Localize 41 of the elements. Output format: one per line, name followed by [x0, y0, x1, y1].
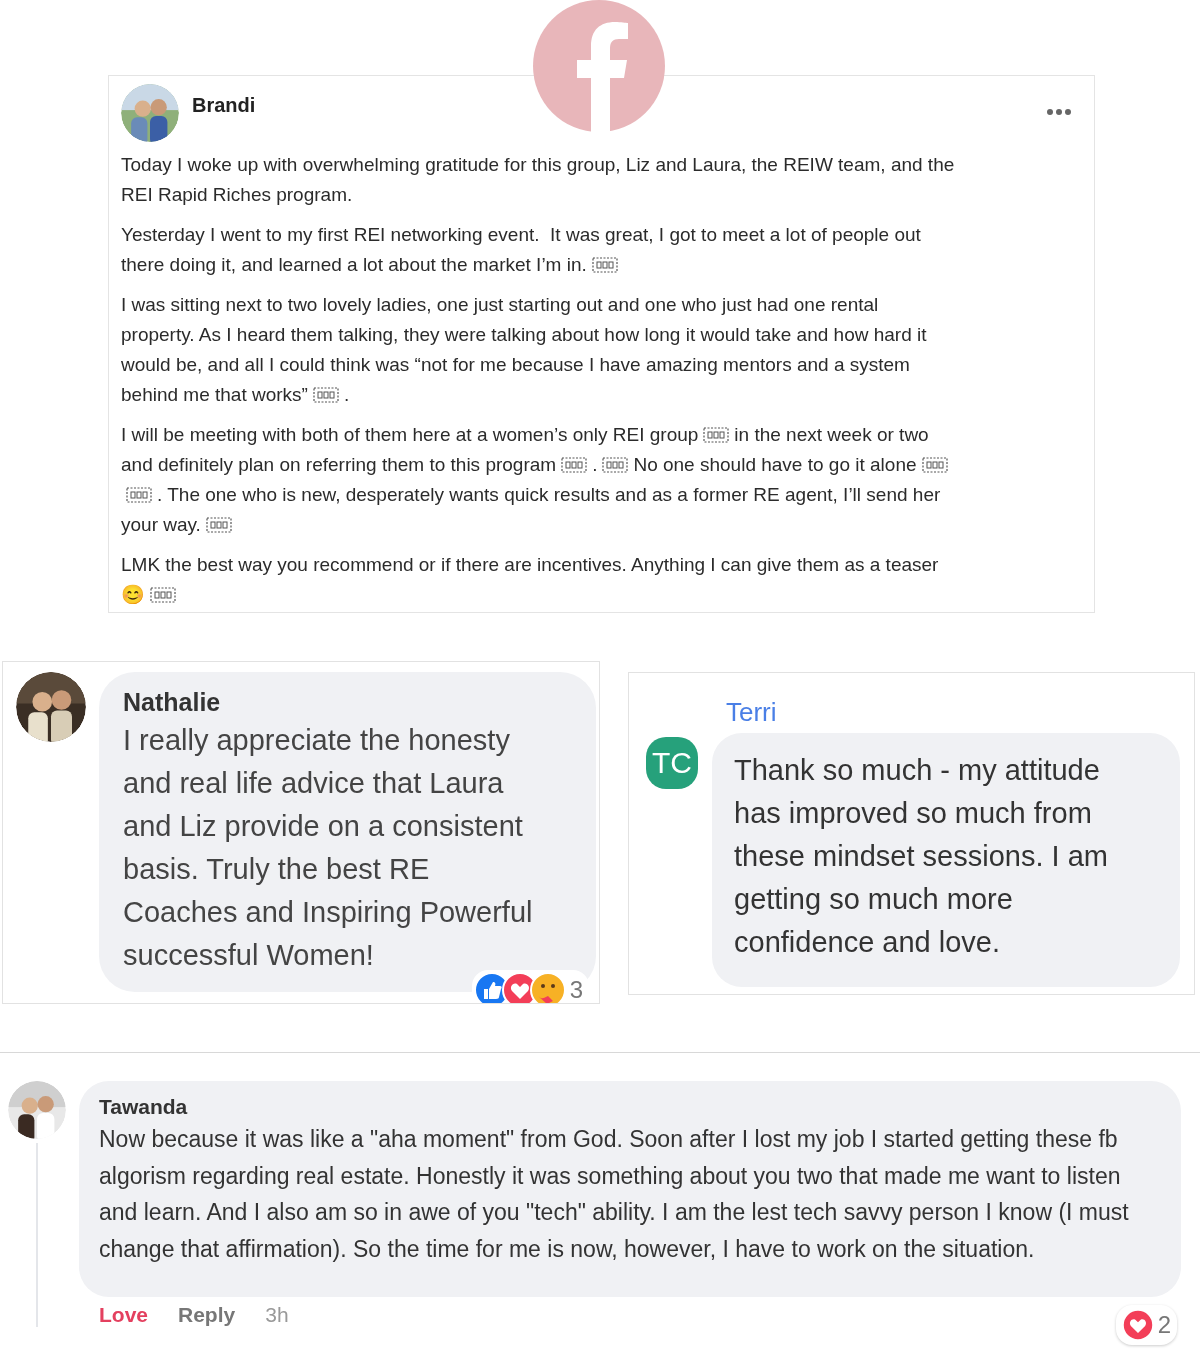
post-text: REI Rapid Riches program.: [121, 183, 353, 207]
object-placeholder-icon: [561, 457, 588, 473]
author-link[interactable]: Terri: [726, 697, 1180, 727]
object-placeholder-icon: [312, 387, 339, 403]
post-text: LMK the best way you recommend or if there are incentives. Anything I can give them as a teaser: [121, 553, 939, 577]
post-text: 😊: [121, 583, 145, 607]
object-placeholder-icon: [602, 457, 629, 473]
post-text: there doing it, and learned a lot about the market I’m in.: [121, 253, 587, 277]
author-name: Nathalie: [123, 688, 222, 717]
post-text: No one should have to go it alone: [633, 453, 917, 477]
post-text: would be, and all I could think was “not for me because I have amazing mentors and a system: [121, 353, 910, 377]
object-placeholder-icon: [150, 587, 176, 603]
object-placeholder-icon: [591, 257, 618, 273]
comment-text: Thank so much - my attitude has improved so much from these mindset sessions. I am getting so much more confidence and love.: [734, 753, 1109, 960]
post-text: I was sitting next to two lovely ladies, one just starting out and one who just had one rental: [121, 293, 879, 317]
author-name: Tawanda: [99, 1095, 189, 1119]
post-text: .: [343, 383, 350, 407]
object-placeholder-icon: [205, 517, 232, 533]
reaction-count: 2: [1157, 1311, 1171, 1339]
object-placeholder-icon: [921, 457, 948, 473]
reply-link[interactable]: Reply: [178, 1303, 236, 1327]
post-text: .: [592, 453, 598, 477]
comment-text: Now because it was like a "aha moment" from God. Soon after I lost my job I started getting these fb algorism regarding real estate. Honestly it was something about you two that made me want to listen and learn. And I also am so in awe of you "tech" ability. I am the lest tech savvy person I know (I must change that affirmation). So the time for me is now, however, I have to work on the situation.: [99, 1125, 1130, 1264]
object-placeholder-icon: [126, 487, 152, 503]
post-text: and definitely plan on referring them to this program: [121, 453, 557, 477]
post-text: behind me that works”: [121, 383, 308, 407]
post-text: your way.: [121, 513, 201, 537]
timestamp: 3h: [265, 1303, 289, 1327]
post-text: . The one who is new, desperately wants quick results and as a former RE agent, I’ll send her: [157, 483, 941, 507]
comment-text: I really appreciate the honesty and real life advice that Laura and Liz provide on a consistent basis. Truly the best RE Coaches and Inspiring Powerful successful Women!: [123, 723, 534, 973]
post-text: Today I woke up with overwhelming gratitude for this group, Liz and Laura, the REIW team, and the: [121, 153, 955, 177]
reaction-count: 3: [569, 976, 583, 1003]
post-text: Yesterday I went to my first REI networking event. It was great, I got to meet a lot of people out: [121, 223, 921, 247]
object-placeholder-icon: [703, 427, 730, 443]
post-text: I will be meeting with both of them here at a women’s only REI group: [121, 423, 699, 447]
post-text: property. As I heard them talking, they were talking about how long it would take and how hard it: [121, 323, 927, 347]
author-name: Brandi: [192, 94, 257, 117]
avatar-initials: TC: [646, 737, 698, 789]
post-text: in the next week or two: [734, 423, 929, 447]
more-icon[interactable]: [1046, 108, 1072, 116]
reaction-link[interactable]: Love: [99, 1303, 148, 1327]
